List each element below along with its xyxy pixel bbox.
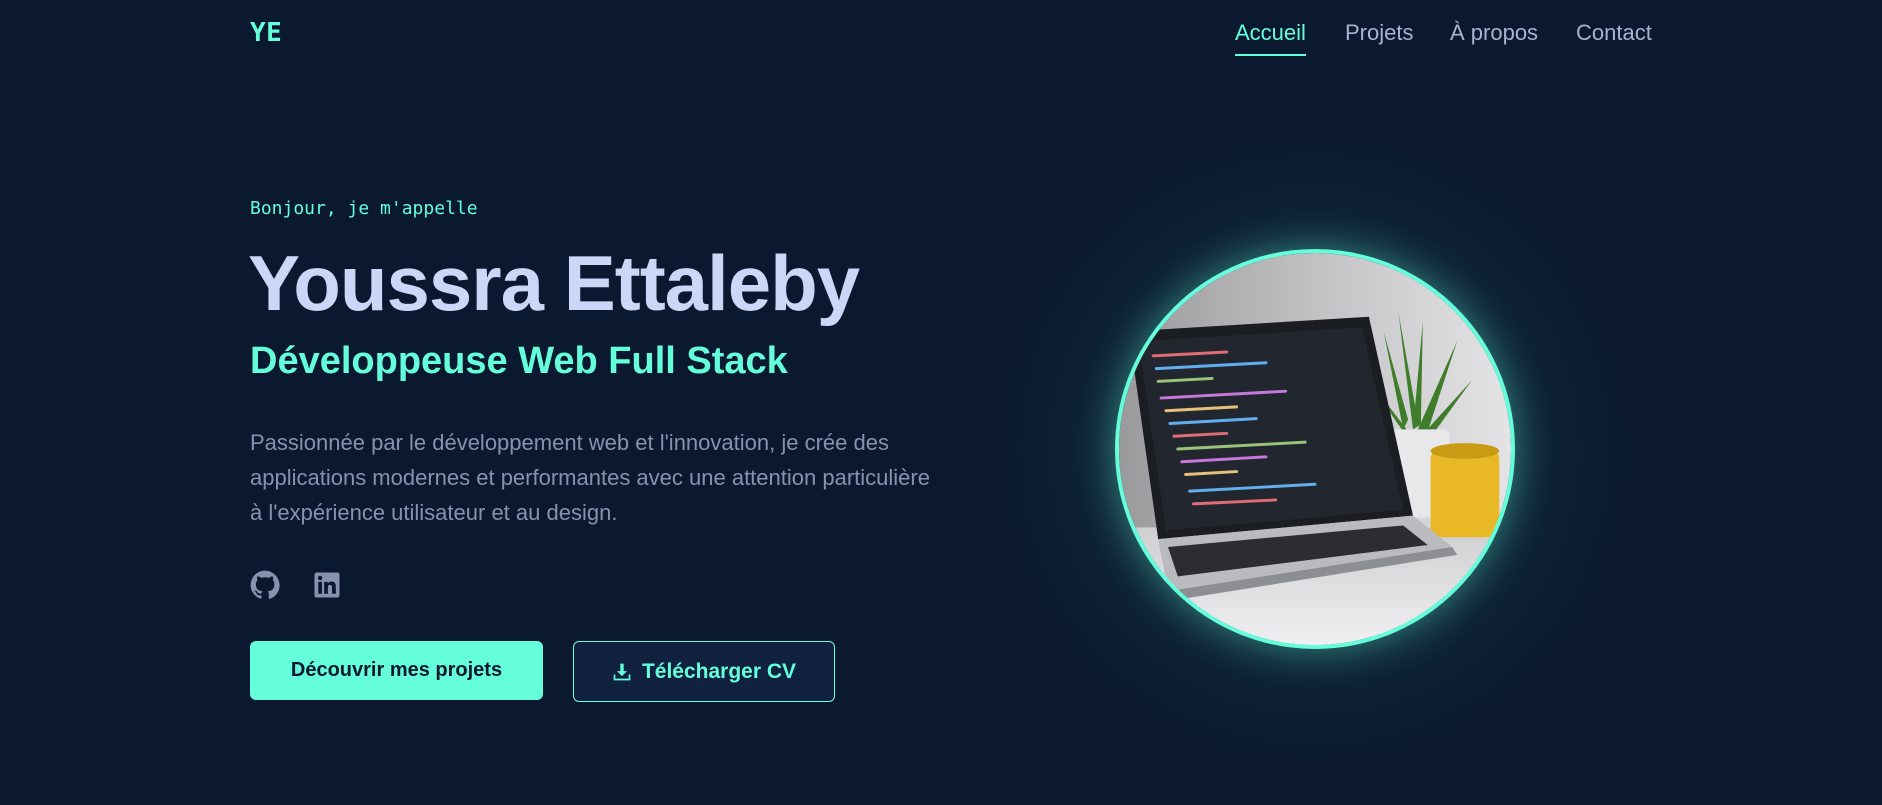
download-icon xyxy=(613,663,631,680)
nav-item-projets[interactable]: Projets xyxy=(1345,20,1413,46)
greeting-text: Bonjour, je m'appelle xyxy=(250,198,478,219)
hero-bio: Passionnée par le développement web et l… xyxy=(250,430,930,525)
github-icon[interactable] xyxy=(250,570,280,600)
hero-name: Youssra Ettaleby xyxy=(248,239,860,327)
laptop-code-photo-icon xyxy=(1119,253,1511,645)
download-cv-label: Télécharger CV xyxy=(641,659,797,683)
download-cv-button[interactable]: Télécharger CV xyxy=(573,641,835,702)
social-links xyxy=(250,570,342,600)
nav-item-contact[interactable]: Contact xyxy=(1576,20,1652,46)
logo[interactable]: YE xyxy=(250,18,282,48)
discover-projects-button[interactable]: Découvrir mes projets xyxy=(250,641,543,700)
nav-item-a-propos[interactable]: À propos xyxy=(1450,20,1538,46)
hero-role: Développeuse Web Full Stack xyxy=(250,340,788,382)
linkedin-icon[interactable] xyxy=(312,570,342,600)
profile-photo xyxy=(1115,249,1515,649)
nav-item-accueil[interactable]: Accueil xyxy=(1235,20,1306,56)
